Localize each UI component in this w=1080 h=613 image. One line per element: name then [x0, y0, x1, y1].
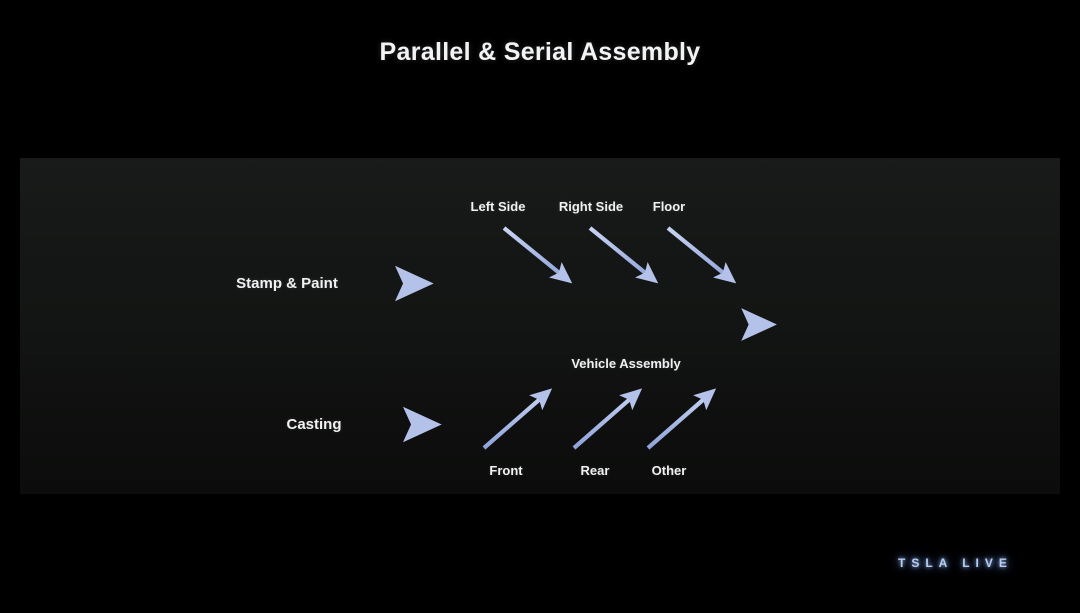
presentation-slide: Parallel & Serial Assembly Left Side Rig… — [0, 0, 1080, 613]
diagram-arrows-canvas — [348, 226, 777, 450]
floor-feed-arrow — [666, 226, 737, 284]
left-side-feed-arrow — [502, 226, 573, 284]
label-right-side: Right Side — [558, 199, 624, 214]
assembly-flow-diagram: Left Side Right Side Floor Stamp & Paint… — [20, 158, 1060, 494]
label-rear: Rear — [580, 463, 610, 478]
tsla-live-watermark: TSLA LIVE — [898, 556, 1013, 570]
label-casting: Casting — [286, 416, 342, 433]
label-left-side: Left Side — [470, 199, 526, 214]
label-stamp-and-paint: Stamp & Paint — [236, 275, 338, 292]
label-front: Front — [489, 463, 523, 478]
page-title: Parallel & Serial Assembly — [379, 38, 701, 66]
other-feed-arrow — [646, 388, 717, 450]
label-floor: Floor — [652, 199, 686, 214]
front-feed-arrow — [482, 388, 553, 450]
label-vehicle-assembly: Vehicle Assembly — [571, 356, 681, 371]
label-other: Other — [651, 463, 687, 478]
rear-feed-arrow — [572, 388, 643, 450]
right-side-feed-arrow — [588, 226, 659, 284]
